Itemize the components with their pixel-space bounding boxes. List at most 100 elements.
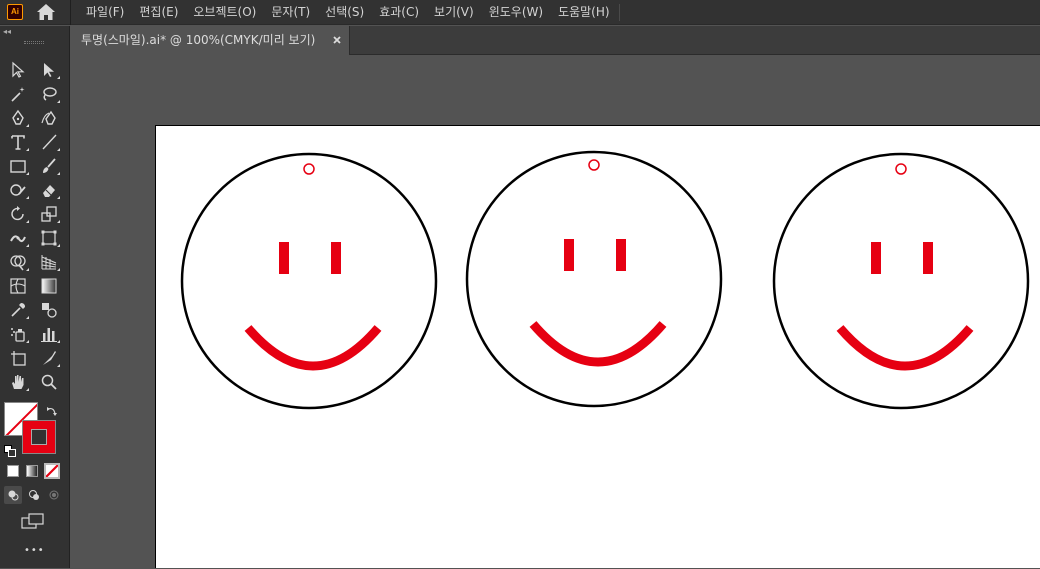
menu-view[interactable]: 보기(V) xyxy=(434,0,481,25)
type-tool[interactable] xyxy=(7,132,29,152)
draw-behind-button[interactable] xyxy=(25,486,43,504)
symbol-sprayer-icon xyxy=(11,328,25,342)
smiley-face[interactable] xyxy=(180,152,438,410)
menu-select[interactable]: 선택(S) xyxy=(325,0,371,25)
document-tab[interactable]: 투명(스마일).ai* @ 100%(CMYK/미리 보기) xyxy=(71,26,350,55)
menu-file[interactable]: 파일(F) xyxy=(86,0,131,25)
pen-tool[interactable] xyxy=(7,108,29,128)
smiley-face[interactable] xyxy=(772,152,1030,410)
edit-toolbar-button[interactable]: ••• xyxy=(24,545,45,556)
column-graph-tool[interactable] xyxy=(38,324,60,344)
eraser-tool[interactable] xyxy=(38,180,60,200)
scale-tool[interactable] xyxy=(38,204,60,224)
magic-wand-icon xyxy=(11,87,25,102)
screen-mode-icon xyxy=(21,513,44,529)
menu-bar: Ai 파일(F) 편집(E) 오브젝트(O) 문자(T) 선택(S) 효과(C)… xyxy=(0,0,1040,25)
more-tools-indicator xyxy=(57,148,60,151)
tools-panel: ◂◂ ••• xyxy=(0,26,70,568)
home-icon[interactable] xyxy=(36,3,56,21)
direct-selection-tool[interactable] xyxy=(38,60,60,80)
menu-separator xyxy=(70,0,71,25)
more-tools-indicator xyxy=(57,100,60,103)
shape-builder-tool[interactable] xyxy=(7,252,29,272)
more-tools-indicator xyxy=(26,388,29,391)
default-colors-icon[interactable] xyxy=(4,442,16,457)
stroke-swatch[interactable] xyxy=(22,420,56,454)
document-tab-title: 투명(스마일).ai* @ 100%(CMYK/미리 보기) xyxy=(81,33,316,47)
slice-tool[interactable] xyxy=(38,348,60,368)
color-mode-button[interactable] xyxy=(7,465,19,477)
gradient-tool[interactable] xyxy=(38,276,60,296)
face-outline xyxy=(465,150,723,408)
zoom-tool[interactable] xyxy=(38,372,60,392)
shaper-tool[interactable] xyxy=(7,180,29,200)
bar-graph-icon xyxy=(41,328,57,342)
menu-effect[interactable]: 효과(C) xyxy=(379,0,426,25)
none-mode-button[interactable] xyxy=(44,463,60,479)
rectangle-tool[interactable] xyxy=(7,156,29,176)
hand-tool[interactable] xyxy=(7,372,29,392)
more-tools-indicator xyxy=(26,172,29,175)
artboard-icon xyxy=(11,351,26,366)
scale-icon xyxy=(41,206,57,222)
more-tools-indicator xyxy=(26,148,29,151)
artboard[interactable] xyxy=(155,125,1040,568)
magnifier-icon xyxy=(41,374,57,390)
canvas-area[interactable] xyxy=(71,56,1040,568)
swap-fill-stroke-icon[interactable] xyxy=(46,402,58,416)
more-tools-indicator xyxy=(26,316,29,319)
gradient-mode-button[interactable] xyxy=(26,465,38,477)
draw-behind-icon xyxy=(29,490,39,500)
pen-icon xyxy=(12,109,24,125)
right-eye xyxy=(616,239,626,271)
magic-wand-tool[interactable] xyxy=(7,84,29,104)
draw-normal-button[interactable] xyxy=(4,486,22,504)
curvature-tool[interactable] xyxy=(38,108,60,128)
menu-edit[interactable]: 편집(E) xyxy=(139,0,185,25)
more-tools-indicator xyxy=(57,196,60,199)
draw-inside-button[interactable] xyxy=(45,486,63,504)
artboard-tool[interactable] xyxy=(7,348,29,368)
free-transform-icon xyxy=(41,230,57,246)
width-tool[interactable] xyxy=(7,228,29,248)
blend-icon xyxy=(42,303,57,318)
stroke-swatch-inner xyxy=(31,429,47,445)
screen-mode-button[interactable] xyxy=(21,513,45,531)
line-segment-tool[interactable] xyxy=(38,132,60,152)
illustrator-logo: Ai xyxy=(7,4,23,20)
arrow-outline-icon xyxy=(12,61,25,78)
panel-grip[interactable] xyxy=(24,41,44,44)
document-tab-bar: 투명(스마일).ai* @ 100%(CMYK/미리 보기) xyxy=(71,26,1040,55)
left-eye xyxy=(279,242,289,274)
blend-tool[interactable] xyxy=(38,300,60,320)
menu-window[interactable]: 윈도우(W) xyxy=(489,0,550,25)
free-transform-tool[interactable] xyxy=(38,228,60,248)
more-tools-indicator xyxy=(57,364,60,367)
smile-mouth xyxy=(836,325,974,371)
rotate-tool[interactable] xyxy=(7,204,29,224)
smiley-face[interactable] xyxy=(465,150,723,408)
symbol-sprayer-tool[interactable] xyxy=(7,324,29,344)
close-icon[interactable] xyxy=(331,34,343,46)
paintbrush-icon xyxy=(43,158,56,173)
menu-object[interactable]: 오브젝트(O) xyxy=(193,0,263,25)
line-icon xyxy=(42,134,57,150)
hand-icon xyxy=(12,375,24,389)
paintbrush-tool[interactable] xyxy=(38,156,60,176)
menu-help[interactable]: 도움말(H) xyxy=(558,0,617,25)
left-eye xyxy=(871,242,881,274)
lasso-icon xyxy=(43,87,57,101)
perspective-grid-tool[interactable] xyxy=(38,252,60,272)
menu-end-separator xyxy=(619,4,620,21)
collapse-panel-icon[interactable]: ◂◂ xyxy=(3,27,11,36)
hang-hole xyxy=(895,163,907,175)
right-eye xyxy=(923,242,933,274)
hang-hole xyxy=(588,159,600,171)
more-tools-indicator xyxy=(57,340,60,343)
eyedropper-tool[interactable] xyxy=(7,300,29,320)
knife-icon xyxy=(43,351,56,365)
menu-type[interactable]: 문자(T) xyxy=(271,0,317,25)
mesh-tool[interactable] xyxy=(7,276,29,296)
selection-tool[interactable] xyxy=(7,60,29,80)
lasso-tool[interactable] xyxy=(38,84,60,104)
